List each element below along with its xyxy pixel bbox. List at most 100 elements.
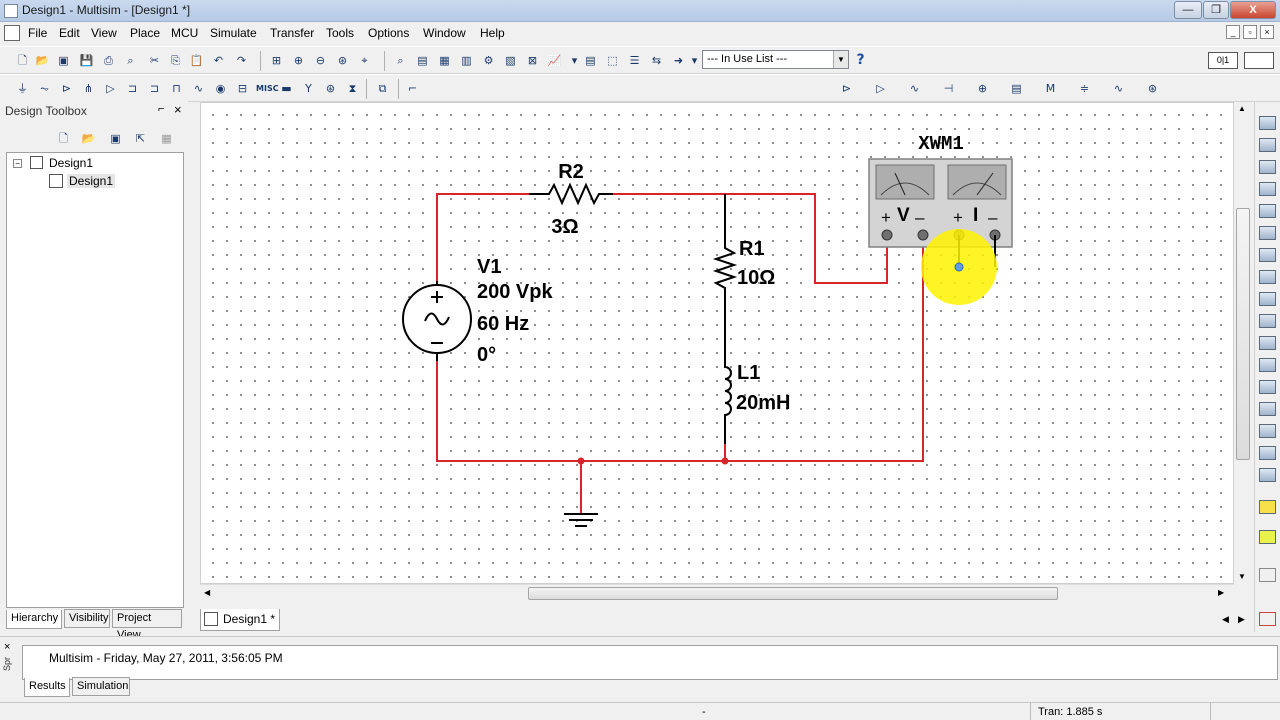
scroll-down-icon[interactable]: ▼ bbox=[1238, 572, 1246, 581]
vertical-scrollbar[interactable]: ▲ ▼ bbox=[1234, 102, 1252, 584]
vertical-scroll-thumb[interactable] bbox=[1236, 208, 1250, 460]
bus-icon[interactable]: ⌐ bbox=[404, 80, 421, 97]
component-wizard-icon[interactable]: ⚙ bbox=[480, 52, 497, 69]
schematic-canvas[interactable]: R2 3Ω R1 10Ω L1 20mH V1 200 Vpk 60 Hz 0°… bbox=[200, 102, 1234, 584]
chevron-down-icon[interactable]: ▼ bbox=[833, 51, 848, 68]
menu-options[interactable]: Options bbox=[368, 26, 409, 40]
menu-edit[interactable]: Edit bbox=[59, 26, 80, 40]
hierarchical-block-icon[interactable]: ⧉ bbox=[374, 80, 391, 97]
menu-simulate[interactable]: Simulate bbox=[210, 26, 257, 40]
document-icon[interactable] bbox=[4, 25, 20, 41]
analog-icon[interactable]: ▷ bbox=[102, 80, 119, 97]
simulation-toolbar-icon-6[interactable]: ▤ bbox=[1008, 80, 1025, 97]
tab-simulation[interactable]: Simulation bbox=[72, 677, 130, 696]
scroll-right-icon[interactable]: ▶ bbox=[1218, 588, 1224, 597]
zoom-out-icon[interactable]: ⊖ bbox=[312, 52, 329, 69]
open-icon[interactable]: 📂 bbox=[34, 52, 51, 69]
toggle-fullscreen-icon[interactable]: ⊞ bbox=[268, 52, 285, 69]
misc-icon[interactable]: MISC bbox=[256, 80, 279, 97]
bode-plotter-icon[interactable] bbox=[1259, 226, 1276, 240]
tab-design1[interactable]: Design1 * bbox=[200, 609, 280, 631]
search-icon[interactable]: ⌕ bbox=[392, 52, 409, 69]
simulate-switch-icon[interactable] bbox=[1244, 52, 1274, 69]
simulation-toolbar-icon-8[interactable]: ≑ bbox=[1076, 80, 1093, 97]
pin-icon[interactable]: ⌐ bbox=[158, 103, 164, 115]
tree-root-design1[interactable]: Design1 bbox=[49, 156, 93, 170]
mixed-icon[interactable]: ∿ bbox=[190, 80, 207, 97]
electromechanical-icon[interactable]: ⊛ bbox=[322, 80, 339, 97]
redo-icon[interactable]: ↷ bbox=[233, 52, 250, 69]
save-icon[interactable]: 💾 bbox=[78, 52, 95, 69]
tab-next-icon[interactable]: ▶ bbox=[1238, 614, 1245, 625]
open-sample-icon[interactable]: ▣ bbox=[55, 52, 72, 69]
menu-transfer[interactable]: Transfer bbox=[270, 26, 314, 40]
tab-hierarchy[interactable]: Hierarchy bbox=[6, 610, 62, 629]
rf-icon[interactable]: Y bbox=[300, 80, 317, 97]
copy-icon[interactable]: ⎘ bbox=[167, 52, 184, 69]
electrical-rules-icon[interactable]: ⊠ bbox=[524, 52, 541, 69]
indicator-icon[interactable]: ◉ bbox=[212, 80, 229, 97]
postprocessor-icon[interactable]: ▧ bbox=[502, 52, 519, 69]
menu-help[interactable]: Help bbox=[480, 26, 505, 40]
close-icon[interactable]: × bbox=[4, 641, 10, 653]
tab-results[interactable]: Results bbox=[24, 678, 70, 697]
probe-icon[interactable] bbox=[1259, 612, 1276, 626]
word-generator-icon[interactable] bbox=[1259, 270, 1276, 284]
wattmeter-icon[interactable] bbox=[1259, 160, 1276, 174]
database-icon[interactable]: ▥ bbox=[458, 52, 475, 69]
mcu-icon[interactable]: ⧗ bbox=[344, 80, 361, 97]
simulation-toolbar-icon-1[interactable]: ⊳ bbox=[838, 80, 855, 97]
menu-window[interactable]: Window bbox=[423, 26, 466, 40]
open-folder-icon[interactable]: 📂 bbox=[80, 130, 97, 147]
menu-place[interactable]: Place bbox=[130, 26, 160, 40]
new-icon[interactable]: 🗋 bbox=[14, 52, 31, 69]
minimize-button[interactable]: — bbox=[1174, 1, 1202, 19]
design-checkbox-icon[interactable] bbox=[30, 156, 43, 169]
horizontal-scroll-thumb[interactable] bbox=[528, 587, 1058, 600]
tab-prev-icon[interactable]: ◀ bbox=[1222, 614, 1229, 625]
function-generator-icon[interactable] bbox=[1259, 138, 1276, 152]
basic-icon[interactable]: ⏦ bbox=[36, 80, 53, 97]
close-icon[interactable]: × bbox=[174, 102, 182, 117]
transistor-icon[interactable]: ⋔ bbox=[80, 80, 97, 97]
network-analyzer-icon[interactable] bbox=[1259, 402, 1276, 416]
horizontal-scrollbar[interactable]: ◀ ▶ bbox=[200, 584, 1234, 602]
toggle-view-icon[interactable]: 0|1 bbox=[1208, 52, 1238, 69]
zoom-fit-icon[interactable]: ⌖ bbox=[356, 52, 373, 69]
multimeter-icon[interactable] bbox=[1259, 116, 1276, 130]
menu-tools[interactable]: Tools bbox=[326, 26, 354, 40]
logic-converter-icon[interactable] bbox=[1259, 314, 1276, 328]
tab-project-view[interactable]: Project View bbox=[112, 609, 182, 641]
frequency-counter-icon[interactable] bbox=[1259, 248, 1276, 262]
mdi-minimize-button[interactable]: _ bbox=[1226, 25, 1240, 39]
zoom-area-icon[interactable]: ⊛ bbox=[334, 52, 351, 69]
current-probe-icon[interactable] bbox=[1259, 568, 1276, 582]
simulation-toolbar-icon-7[interactable]: M bbox=[1042, 80, 1059, 97]
spectrum-analyzer-icon[interactable] bbox=[1259, 380, 1276, 394]
simulation-toolbar-icon-5[interactable]: ⊕ bbox=[974, 80, 991, 97]
scroll-left-icon[interactable]: ◀ bbox=[204, 588, 210, 597]
restore-button[interactable]: ❐ bbox=[1203, 1, 1229, 19]
zoom-in-icon[interactable]: ⊕ bbox=[290, 52, 307, 69]
back-annotate-icon[interactable]: ⇆ bbox=[648, 52, 665, 69]
export-icon[interactable]: ⇱ bbox=[132, 130, 149, 147]
forward-annotate-icon[interactable]: ➜ bbox=[670, 52, 687, 69]
mdi-close-button[interactable]: × bbox=[1260, 25, 1274, 39]
menu-file[interactable]: File bbox=[28, 26, 47, 40]
mdi-restore-button[interactable]: ▫ bbox=[1243, 25, 1257, 39]
ttl-icon[interactable]: ⊐ bbox=[124, 80, 141, 97]
menu-mcu[interactable]: MCU bbox=[171, 26, 198, 40]
select-area-icon[interactable]: ⬚ bbox=[604, 52, 621, 69]
tektronix-oscilloscope-icon[interactable] bbox=[1259, 468, 1276, 482]
undo-icon[interactable]: ↶ bbox=[210, 52, 227, 69]
simulation-toolbar-icon-9[interactable]: ∿ bbox=[1110, 80, 1127, 97]
print-preview-icon[interactable]: ⌕ bbox=[122, 52, 139, 69]
print-icon[interactable]: ⎙ bbox=[100, 52, 117, 69]
labview-icon[interactable] bbox=[1259, 500, 1276, 514]
annotate-icon[interactable]: ☰ bbox=[626, 52, 643, 69]
menu-view[interactable]: View bbox=[91, 26, 117, 40]
diode-icon[interactable]: ⊳ bbox=[58, 80, 75, 97]
dropdown-icon[interactable]: ▾ bbox=[686, 52, 703, 69]
tree-child-design1[interactable]: Design1 bbox=[67, 174, 116, 188]
distortion-analyzer-icon[interactable] bbox=[1259, 358, 1276, 372]
